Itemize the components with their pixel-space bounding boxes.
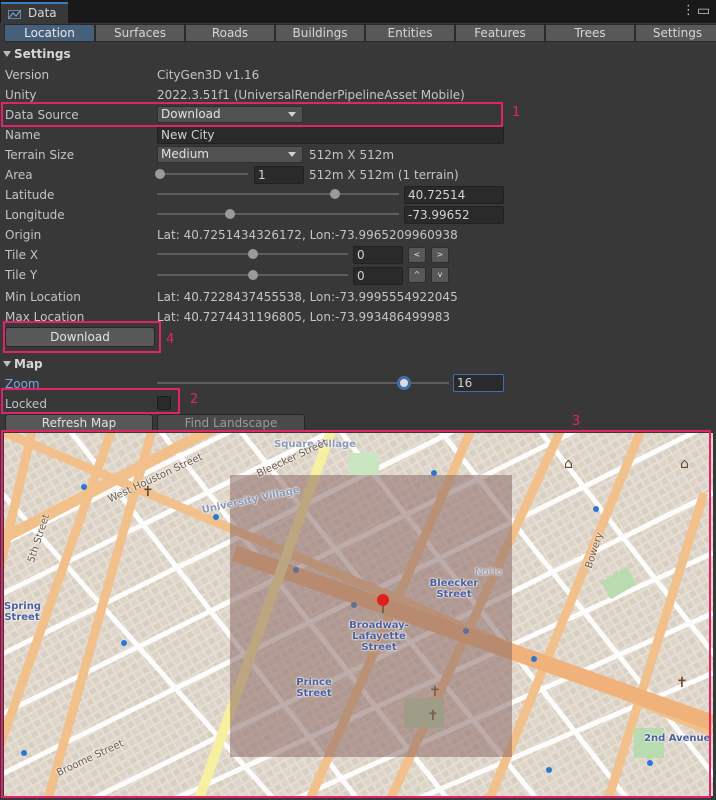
- unity-label: Unity: [5, 88, 37, 102]
- tab-buildings[interactable]: Buildings: [275, 24, 365, 42]
- tab-surfaces[interactable]: Surfaces: [95, 24, 185, 42]
- latitude-label: Latitude: [5, 188, 55, 202]
- tile-y-down-button[interactable]: v: [431, 267, 449, 283]
- longitude-slider-handle[interactable]: [224, 209, 235, 219]
- tab-roads[interactable]: Roads: [185, 24, 275, 42]
- terrain-size-dropdown[interactable]: Medium: [157, 146, 303, 163]
- tile-y-label: Tile Y: [5, 268, 38, 282]
- area-field[interactable]: 1: [254, 166, 304, 184]
- terrain-size-label: Terrain Size: [5, 148, 75, 162]
- tile-y-field[interactable]: 0: [353, 267, 403, 285]
- tile-x-slider-handle[interactable]: [247, 249, 258, 259]
- origin-label: Origin: [5, 228, 42, 242]
- tab-entities[interactable]: Entities: [365, 24, 455, 42]
- tab-trees[interactable]: Trees: [545, 24, 635, 42]
- tile-y-up-button[interactable]: ^: [408, 267, 426, 283]
- window-tab-data[interactable]: Data: [1, 2, 68, 23]
- chevron-down-icon: [288, 152, 296, 157]
- settings-section-header[interactable]: Settings: [3, 47, 71, 61]
- annotation-label-1: 1: [512, 105, 521, 120]
- annotation-label-2: 2: [190, 392, 199, 407]
- min-location-label: Min Location: [5, 290, 81, 304]
- min-location-value: Lat: 40.7228437455538, Lon:-73.999555492…: [157, 290, 458, 304]
- main-tab-bar: Location Surfaces Roads Buildings Entities Fe…: [4, 24, 716, 43]
- unity-value: 2022.3.51f1 (UniversalRenderPipelineAsse…: [157, 88, 465, 102]
- map-section-header[interactable]: Map: [3, 357, 43, 371]
- tile-x-prev-button[interactable]: <: [408, 247, 426, 263]
- version-label: Version: [5, 68, 50, 82]
- terrain-size-value: Medium: [161, 147, 209, 161]
- kebab-menu-icon[interactable]: ⋮: [682, 3, 695, 18]
- area-label: Area: [5, 168, 33, 182]
- tab-settings[interactable]: Settings: [635, 24, 716, 42]
- max-location-value: Lat: 40.7274431196805, Lon:-73.993486499…: [157, 310, 451, 324]
- annotation-box-2: [1, 388, 180, 414]
- window-tab-label: Data: [28, 6, 57, 20]
- latitude-slider-track[interactable]: [157, 193, 399, 195]
- terrain-size-info: 512m X 512m: [309, 148, 395, 162]
- settings-header-label: Settings: [14, 47, 71, 61]
- window-title-bar: Data ⋮ ▭: [0, 0, 716, 23]
- annotation-box-4: [3, 321, 161, 353]
- annotation-box-3: [1, 430, 711, 798]
- latitude-slider-handle[interactable]: [329, 189, 340, 199]
- tile-x-field[interactable]: 0: [353, 246, 403, 264]
- annotation-label-4: 4: [166, 332, 175, 347]
- origin-value: Lat: 40.7251434326172, Lon:-73.996520996…: [157, 228, 458, 242]
- map-header-label: Map: [14, 357, 43, 371]
- zoom-field[interactable]: 16: [453, 374, 504, 392]
- annotation-label-3: 3: [572, 414, 581, 429]
- longitude-slider-track[interactable]: [157, 213, 399, 215]
- area-slider-handle[interactable]: [155, 169, 165, 179]
- data-window-icon: [8, 10, 21, 19]
- version-value: CityGen3D v1.16: [157, 68, 260, 82]
- zoom-slider-handle[interactable]: [396, 376, 411, 390]
- close-window-icon[interactable]: ▭: [697, 3, 710, 19]
- tab-features[interactable]: Features: [455, 24, 545, 42]
- longitude-label: Longitude: [5, 208, 65, 222]
- annotation-box-1: [1, 102, 503, 127]
- latitude-field[interactable]: 40.72514: [404, 186, 504, 204]
- name-field[interactable]: New City: [157, 126, 504, 144]
- tile-x-next-button[interactable]: >: [431, 247, 449, 263]
- name-label: Name: [5, 128, 41, 142]
- tile-x-label: Tile X: [5, 248, 39, 262]
- tab-location[interactable]: Location: [4, 24, 95, 42]
- tile-y-slider-handle[interactable]: [247, 270, 258, 280]
- longitude-field[interactable]: -73.99652: [404, 206, 504, 224]
- area-info: 512m X 512m (1 terrain): [309, 168, 459, 182]
- area-slider-track[interactable]: [160, 173, 248, 175]
